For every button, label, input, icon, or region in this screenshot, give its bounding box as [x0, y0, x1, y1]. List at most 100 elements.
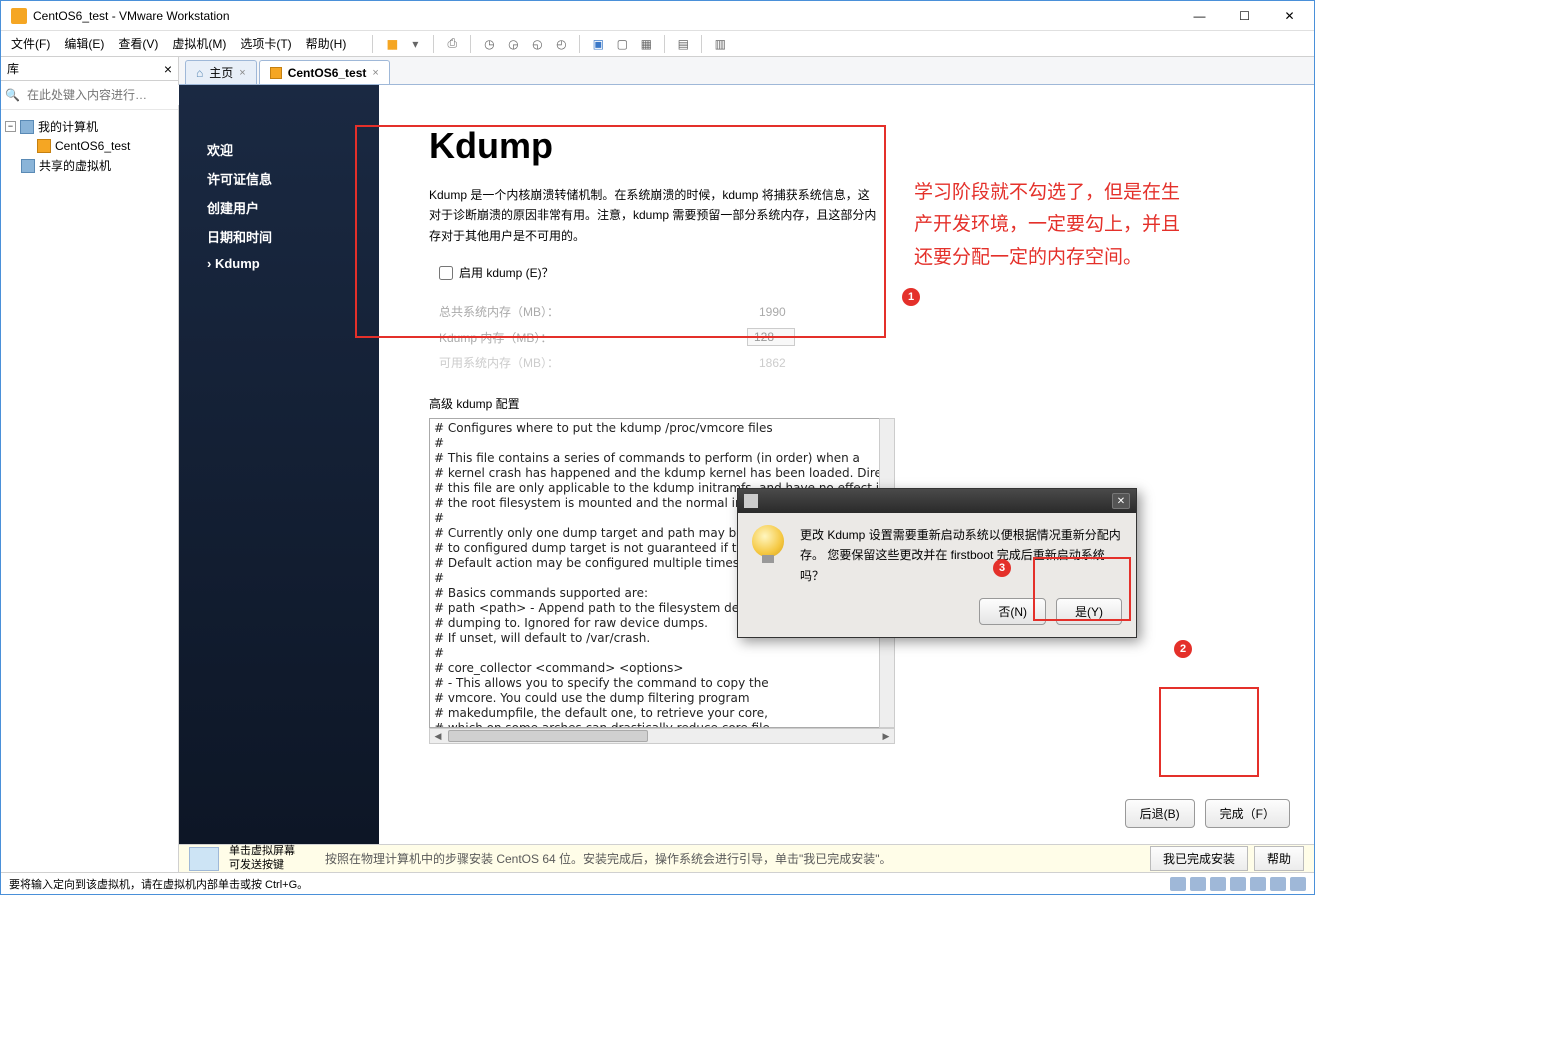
- tree-vm-label[interactable]: CentOS6_test: [55, 139, 130, 153]
- kdump-mem-value[interactable]: 128: [747, 328, 795, 346]
- close-button[interactable]: ✕: [1267, 2, 1312, 30]
- enable-kdump-label[interactable]: 启用 kdump (E)？: [459, 264, 554, 281]
- status-printer-icon[interactable]: [1270, 877, 1286, 891]
- confirm-dialog: ✕ 更改 Kdump 设置需要重新启动系统以便根据情况重新分配内存。 您要保留这…: [737, 488, 1137, 638]
- vmware-window: CentOS6_test - VMware Workstation — ☐ ✕ …: [0, 0, 1315, 895]
- statusbar: 要将输入定向到该虚拟机，请在虚拟机内部单击或按 Ctrl+G。: [1, 872, 1314, 894]
- menu-tabs[interactable]: 选项卡(T): [240, 35, 291, 52]
- send-ctrl-alt-del-icon[interactable]: ⎙: [442, 34, 462, 54]
- usable-mem-value: 1862: [759, 356, 786, 370]
- help-button[interactable]: 帮助: [1254, 846, 1304, 871]
- nav-welcome[interactable]: 欢迎: [207, 135, 379, 164]
- thumbnail-icon[interactable]: ▤: [673, 34, 693, 54]
- content-area: ⌂ 主页 × CentOS6_test × 欢迎 许可证信息 创: [179, 57, 1314, 872]
- tab-home-label: 主页: [209, 64, 233, 81]
- menu-edit[interactable]: 编辑(E): [64, 35, 104, 52]
- tabs-row: ⌂ 主页 × CentOS6_test ×: [179, 57, 1314, 85]
- menu-view[interactable]: 查看(V): [118, 35, 158, 52]
- console-icon[interactable]: ▦: [636, 34, 656, 54]
- fullscreen-icon[interactable]: ▣: [588, 34, 608, 54]
- tab-vm[interactable]: CentOS6_test ×: [259, 60, 390, 84]
- total-mem-label: 总共系统内存（MB）：: [439, 303, 619, 320]
- tab-close-icon[interactable]: ×: [239, 67, 245, 79]
- maximize-button[interactable]: ☐: [1222, 2, 1267, 30]
- menubar: 文件(F) 编辑(E) 查看(V) 虚拟机(M) 选项卡(T) 帮助(H) ▮▮…: [1, 31, 1314, 57]
- snapshot4-icon[interactable]: ◴: [551, 34, 571, 54]
- info-bar: 单击虚拟屏幕 可发送按键 按照在物理计算机中的步骤安装 CentOS 64 位。…: [179, 844, 1314, 872]
- snapshot-icon[interactable]: ◷: [479, 34, 499, 54]
- page-title: Kdump: [429, 125, 1264, 167]
- finish-button[interactable]: 完成（F）: [1205, 799, 1290, 828]
- annotation-badge-2: 2: [1174, 640, 1192, 658]
- tab-vm-label: CentOS6_test: [288, 66, 367, 80]
- nav-kdump[interactable]: Kdump: [207, 251, 379, 276]
- sidebar-title: 库: [7, 60, 19, 77]
- back-button[interactable]: 后退(B): [1125, 799, 1195, 828]
- status-sound-icon[interactable]: [1250, 877, 1266, 891]
- status-text: 要将输入定向到该虚拟机，请在虚拟机内部单击或按 Ctrl+G。: [9, 876, 308, 892]
- status-net-icon[interactable]: [1210, 877, 1226, 891]
- install-done-button[interactable]: 我已完成安装: [1150, 846, 1248, 871]
- dialog-yes-button[interactable]: 是(Y): [1056, 598, 1122, 625]
- vm-tree: − 我的计算机 CentOS6_test 共享的虚拟机: [1, 110, 178, 182]
- sidebar-close-icon[interactable]: ×: [164, 61, 172, 77]
- annotation-badge-3: 3: [993, 559, 1011, 577]
- install-instruction: 按照在物理计算机中的步骤安装 CentOS 64 位。安装完成后，操作系统会进行…: [325, 850, 892, 867]
- nav-license[interactable]: 许可证信息: [207, 164, 379, 193]
- usable-mem-label: 可用系统内存（MB）：: [439, 354, 619, 371]
- scroll-right-icon[interactable]: ▶: [878, 729, 894, 743]
- annotation-text: 学习阶段就不勾选了，但是在生产开发环境，一定要勾上，并且还要分配一定的内存空间。: [914, 177, 1184, 274]
- vm-tab-icon: [270, 67, 282, 79]
- dropdown-icon[interactable]: ▾: [405, 34, 425, 54]
- library-sidebar: 库 × 🔍 ▼ − 我的计算机 CentOS6_test: [1, 57, 179, 872]
- window-title: CentOS6_test - VMware Workstation: [33, 9, 230, 23]
- status-display-icon[interactable]: [1290, 877, 1306, 891]
- scroll-thumb[interactable]: [448, 730, 648, 742]
- vm-icon: [37, 139, 51, 153]
- scrollbar-horizontal[interactable]: ◀ ▶: [429, 728, 895, 744]
- kdump-description: Kdump 是一个内核崩溃转储机制。在系统崩溃的时候，kdump 将捕获系统信息…: [429, 185, 879, 246]
- minimize-button[interactable]: —: [1177, 2, 1222, 30]
- status-usb-icon[interactable]: [1230, 877, 1246, 891]
- menu-help[interactable]: 帮助(H): [306, 35, 347, 52]
- library-icon[interactable]: ▥: [710, 34, 730, 54]
- info-bar-icon: [189, 847, 219, 871]
- kdump-mem-label: Kdump 内存（MB）：: [439, 329, 619, 346]
- dialog-close-icon[interactable]: ✕: [1112, 493, 1130, 509]
- dialog-icon: [744, 494, 758, 508]
- snapshot-manager-icon[interactable]: ◵: [527, 34, 547, 54]
- dialog-no-button[interactable]: 否(N): [979, 598, 1046, 625]
- total-mem-value: 1990: [759, 305, 786, 319]
- unity-icon[interactable]: ▢: [612, 34, 632, 54]
- tree-collapse-icon[interactable]: −: [5, 121, 16, 132]
- vm-display[interactable]: 欢迎 许可证信息 创建用户 日期和时间 Kdump Kdump Kdump 是一…: [179, 85, 1314, 844]
- tree-shared-label[interactable]: 共享的虚拟机: [39, 157, 111, 174]
- status-cd-icon[interactable]: [1190, 877, 1206, 891]
- tree-root-label[interactable]: 我的计算机: [38, 118, 98, 135]
- menu-vm[interactable]: 虚拟机(M): [172, 35, 226, 52]
- titlebar: CentOS6_test - VMware Workstation — ☐ ✕: [1, 1, 1314, 31]
- enable-kdump-checkbox[interactable]: [439, 266, 453, 280]
- menu-file[interactable]: 文件(F): [11, 35, 50, 52]
- home-icon: ⌂: [196, 66, 203, 80]
- info-click-l2: 可发送按键: [229, 859, 295, 872]
- status-hdd-icon[interactable]: [1170, 877, 1186, 891]
- annotation-badge-1: 1: [902, 288, 920, 306]
- shared-icon: [21, 159, 35, 173]
- nav-user[interactable]: 创建用户: [207, 193, 379, 222]
- revert-snapshot-icon[interactable]: ◶: [503, 34, 523, 54]
- tab-close-icon[interactable]: ×: [372, 67, 378, 79]
- info-click-l1: 单击虚拟屏幕: [229, 845, 295, 858]
- dialog-message: 更改 Kdump 设置需要重新启动系统以便根据情况重新分配内存。 您要保留这些更…: [800, 525, 1122, 586]
- lightbulb-icon: [752, 525, 784, 557]
- search-input[interactable]: [24, 85, 185, 105]
- pause-icon[interactable]: ▮▮: [381, 34, 401, 54]
- scroll-left-icon[interactable]: ◀: [430, 729, 446, 743]
- tab-home[interactable]: ⌂ 主页 ×: [185, 60, 257, 84]
- dialog-titlebar[interactable]: ✕: [738, 489, 1136, 513]
- nav-datetime[interactable]: 日期和时间: [207, 222, 379, 251]
- centos-main: Kdump Kdump 是一个内核崩溃转储机制。在系统崩溃的时候，kdump 将…: [379, 85, 1314, 844]
- computer-icon: [20, 120, 34, 134]
- vmware-icon: [11, 8, 27, 24]
- search-icon: 🔍: [5, 88, 20, 102]
